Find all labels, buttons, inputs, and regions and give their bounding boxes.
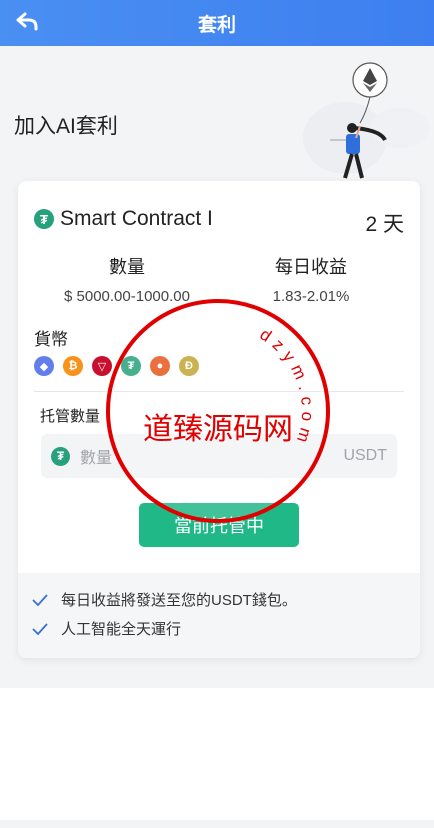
contract-duration: 2 天 — [365, 213, 404, 236]
currency-icons: ◆ ₿ ▽ ₮ ● Ð — [34, 356, 199, 376]
amount-placeholder: 數量 — [80, 450, 113, 467]
feature-item: 每日收益將發送至您的USDT錢包。 — [32, 589, 297, 610]
ethereum-icon: ◆ — [34, 356, 54, 376]
divider — [34, 391, 404, 392]
check-icon — [32, 593, 48, 606]
shiba-icon: ● — [150, 356, 170, 376]
balloon-illustration — [303, 62, 430, 179]
contract-title: ₮ Smart Contract I — [34, 207, 213, 231]
daily-yield-label: 每日收益 — [275, 257, 347, 277]
tether-icon: ₮ — [34, 209, 54, 229]
bottom-strip — [0, 820, 434, 828]
amount-unit: USDT — [343, 447, 387, 464]
submit-button[interactable]: 當前托管中 — [139, 503, 299, 547]
check-icon — [32, 622, 48, 635]
tether-icon: ₮ — [121, 356, 141, 376]
contract-card: ₮ Smart Contract I 2 天 數量 每日收益 $ 5000.00… — [18, 181, 420, 658]
dogecoin-icon: Ð — [179, 356, 199, 376]
amount-input[interactable]: ₮ 數量 USDT — [41, 434, 397, 478]
feature-text: 每日收益將發送至您的USDT錢包。 — [61, 592, 297, 609]
page-title: 套利 — [197, 14, 236, 36]
features-panel: 每日收益將發送至您的USDT錢包。 人工智能全天運行 — [18, 573, 420, 658]
amount-label: 數量 — [109, 257, 145, 277]
section-heading: 加入AI套利 — [14, 115, 118, 138]
currency-label: 貨幣 — [34, 330, 68, 349]
contract-name: Smart Contract I — [60, 207, 213, 230]
feature-item: 人工智能全天運行 — [32, 618, 181, 639]
daily-yield-value: 1.83-2.01% — [272, 288, 350, 305]
tron-icon: ▽ — [92, 356, 112, 376]
bitcoin-icon: ₿ — [63, 356, 83, 376]
tether-icon: ₮ — [51, 446, 70, 466]
amount-range: $ 5000.00-1000.00 — [64, 288, 190, 305]
app-header: 套利 — [0, 0, 434, 46]
deposit-label: 托管數量 — [40, 408, 101, 425]
back-arrow-icon[interactable] — [14, 9, 40, 35]
feature-text: 人工智能全天運行 — [61, 621, 182, 638]
